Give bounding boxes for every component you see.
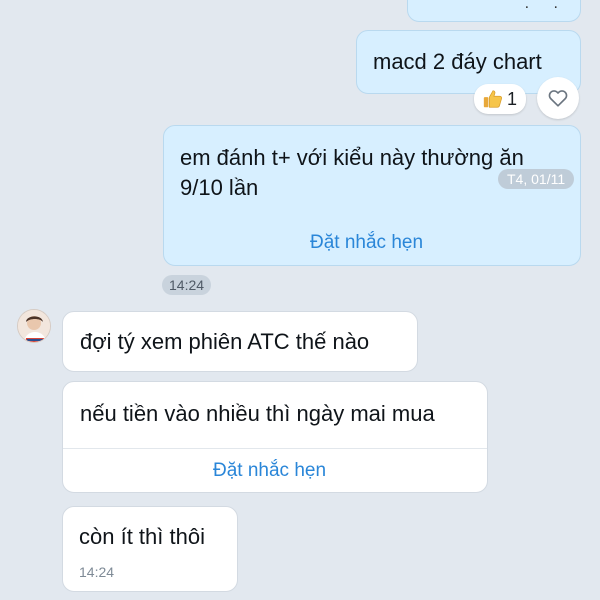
divider (63, 448, 487, 449)
message-text-line-1: em đánh t+ với kiểu này thường ăn (180, 145, 524, 170)
reaction-count: 1 (507, 88, 518, 109)
message-text: đợi tý xem phiên ATC thế nào (80, 329, 370, 354)
message-time: 14:24 (79, 564, 115, 580)
avatar[interactable] (17, 309, 51, 343)
reaction-summary[interactable]: 1 (474, 84, 526, 114)
thumbs-up-icon (482, 88, 504, 110)
incoming-message-doi-ty[interactable]: đợi tý xem phiên ATC thế nào (62, 311, 418, 372)
message-date: T4, 01/11 (498, 169, 575, 189)
message-time: 14:24 (162, 275, 212, 295)
partial-message-text: . . (524, 0, 568, 12)
outgoing-message-partial[interactable]: . . (407, 0, 581, 22)
message-text: nếu tiền vào nhiều thì ngày mai mua (80, 401, 435, 426)
chat-screen: { "theme": { "background": "#e2e8ef", "o… (0, 0, 600, 600)
avatar-image (18, 310, 50, 342)
message-text-line-2: 9/10 lần (180, 175, 259, 200)
incoming-message-neu-tien[interactable]: nếu tiền vào nhiều thì ngày mai mua Đặt … (62, 381, 488, 493)
message-text: macd 2 đáy chart (373, 49, 542, 74)
incoming-message-con-it[interactable]: còn ít thì thôi 14:24 (62, 506, 238, 592)
outgoing-message-em-danh[interactable]: em đánh t+ với kiểu này thường ăn 9/10 l… (163, 125, 581, 266)
heart-icon (547, 87, 569, 109)
message-text: còn ít thì thôi (79, 524, 205, 549)
react-button[interactable] (537, 77, 579, 119)
set-reminder-link[interactable]: Đặt nhắc hẹn (310, 232, 423, 254)
set-reminder-link[interactable]: Đặt nhắc hẹn (213, 460, 326, 482)
